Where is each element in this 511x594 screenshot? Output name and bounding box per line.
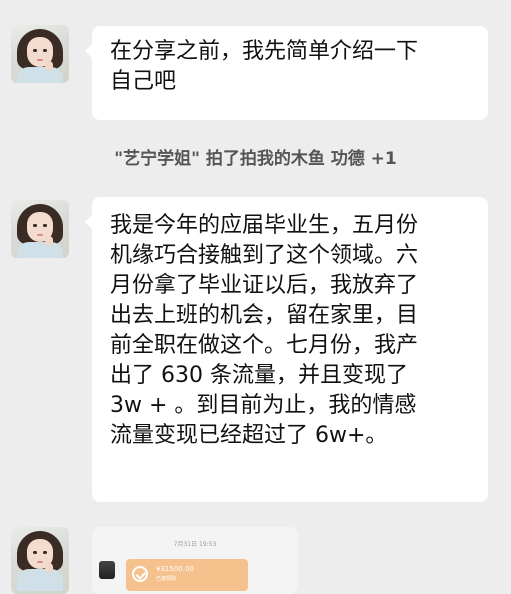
message-text-line: 月份拿了毕业证以后，我放弃了	[110, 273, 419, 298]
message-text-line: 出去上班的机会，留在家里，目	[110, 303, 419, 328]
message-text-line: 前全职在做这个。七月份，我产	[110, 333, 419, 358]
message-text-line: 我是今年的应届毕业生，五月份	[110, 213, 419, 238]
message-bubble[interactable]: 在分享之前，我先简单介绍一下 自己吧	[85, 26, 488, 120]
sender-avatar[interactable]	[11, 25, 69, 83]
avatar	[99, 561, 115, 579]
message-text-line: 自己吧	[110, 69, 177, 94]
transfer-card[interactable]: ¥31500.00 已被领取	[126, 559, 248, 591]
transfer-status: 已被领取	[156, 576, 177, 582]
sender-avatar[interactable]	[11, 200, 69, 258]
message-text-line: 出了 630 条流量，并且变现了	[110, 363, 408, 388]
message-text-line: 在分享之前，我先简单介绍一下	[110, 39, 419, 64]
image-message[interactable]: 7月31日 19:53 ¥31500.00 已被领取	[92, 527, 298, 594]
message-text-line: 流量变现已经超过了 6w+。	[110, 423, 388, 448]
message-bubble[interactable]: 我是今年的应届毕业生，五月份 机缘巧合接触到了这个领域。六 月份拿了毕业证以后，…	[85, 197, 488, 502]
sender-avatar[interactable]	[11, 527, 69, 594]
pat-system-notice: "艺宁学姐" 拍了拍我的木鱼 功德 +1	[114, 149, 397, 169]
transfer-timestamp: 7月31日 19:53	[173, 541, 217, 548]
transfer-amount: ¥31500.00	[156, 565, 194, 573]
message-text-line: 3w + 。到目前为止，我的情感	[110, 393, 417, 418]
check-circle-icon	[132, 566, 148, 582]
message-text-line: 机缘巧合接触到了这个领域。六	[110, 243, 419, 268]
